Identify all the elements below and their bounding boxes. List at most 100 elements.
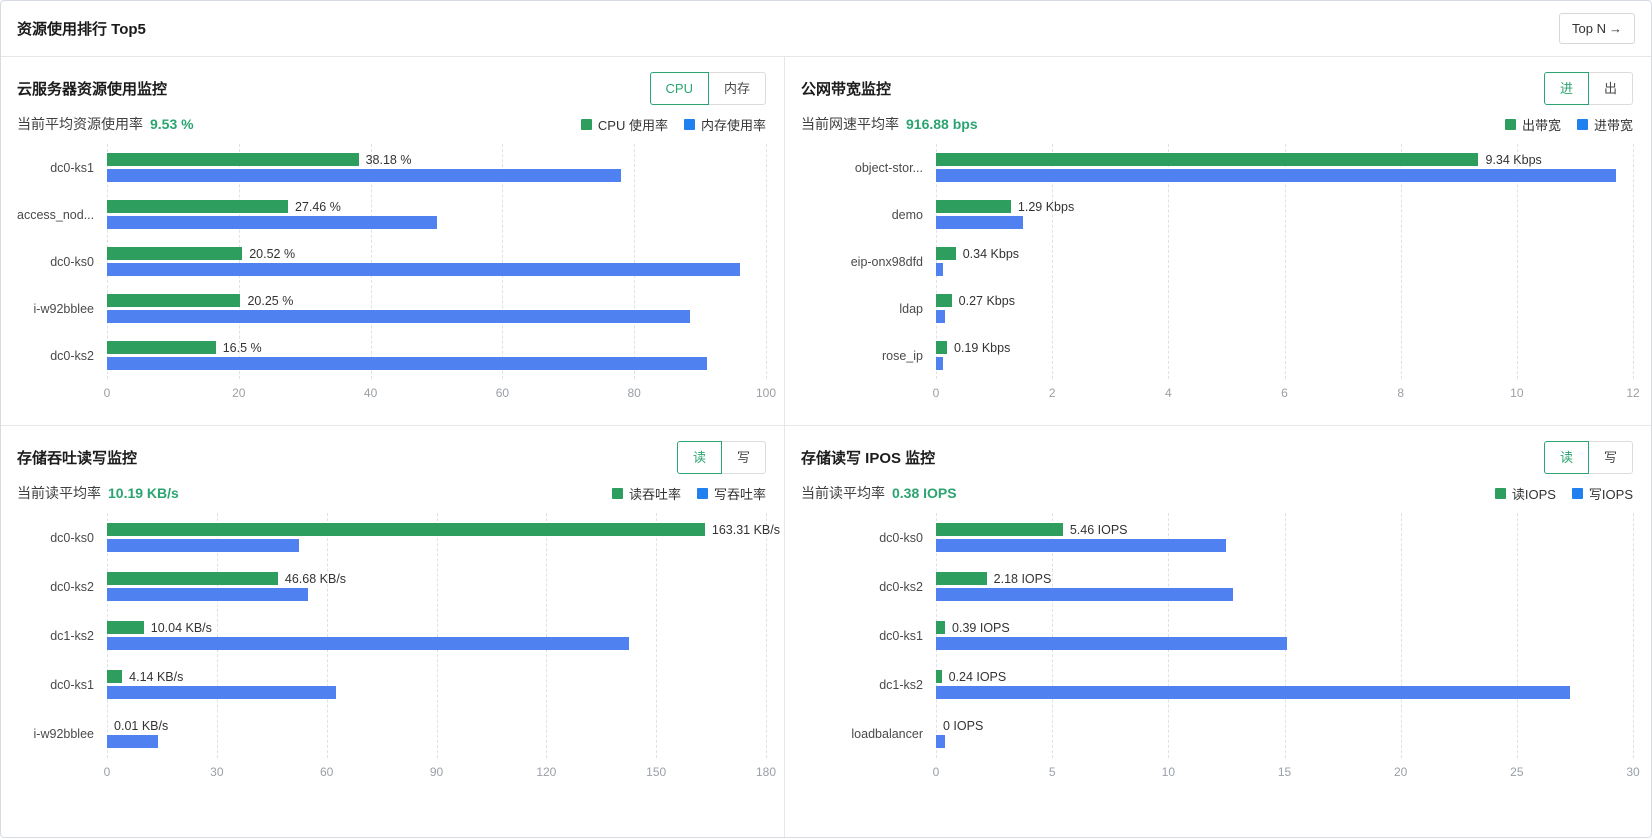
green-bar-line: 0.27 Kbps (936, 293, 1633, 308)
x-axis-tick: 80 (627, 386, 641, 400)
x-axis-tick: 20 (232, 386, 246, 400)
panel-header: 公网带宽监控 进出 (801, 71, 1633, 105)
toggle-option-2-1[interactable]: 写 (720, 440, 766, 474)
dashboard-card: 资源使用排行 Top5 Top N → 云服务器资源使用监控 CPU 内存 当前平均资… (0, 0, 1652, 838)
stat-value: 0.38 IOPS (892, 485, 957, 501)
category-label: rose_ip (882, 348, 923, 363)
x-axis-tick: 40 (363, 386, 378, 400)
stat-label: 当前平均资源使用率 (17, 116, 143, 132)
x-axis-tick: 0 (103, 765, 111, 779)
chart-row: i-w92bblee 0.01 KB/s (17, 709, 766, 758)
category-label: dc0-ks2 (50, 348, 94, 363)
blue-bar (107, 686, 336, 699)
toggle-option-3-0[interactable]: 读 (1543, 440, 1589, 474)
green-bar-line: 5.46 IOPS (936, 523, 1633, 537)
green-bar (936, 572, 987, 585)
stat-row: 当前读平均率 0.38 IOPS 读IOPS 写IOPS (801, 483, 1633, 503)
x-axis-tick: 8 (1397, 386, 1404, 400)
toggle-option-1-1[interactable]: 出 (1587, 71, 1633, 105)
bar-pair: 0.19 Kbps (936, 341, 1633, 370)
bar-pair: 0.27 Kbps (936, 294, 1633, 323)
stat-row: 当前平均资源使用率 9.53 % CPU 使用率 内存使用率 (17, 114, 766, 134)
toggle-option-0-1[interactable]: 内存 (707, 71, 766, 105)
current-average-stat: 当前读平均率 0.38 IOPS (801, 483, 957, 503)
x-axis-tick: 180 (755, 765, 777, 779)
chart-row: access_nod... 27.46 % (17, 191, 766, 238)
top-n-button[interactable]: Top N → (1559, 13, 1635, 44)
bar-pair: 10.04 KB/s (107, 621, 766, 650)
x-axis-tick: 30 (1626, 765, 1640, 779)
category-label: i-w92bblee (33, 301, 94, 316)
green-bar (107, 670, 123, 683)
bar-chart: dc0-ks0 5.46 IOPS dc0-ks2 2.18 IOPS dc0-ks1 0… (801, 513, 1640, 782)
stat-label: 当前网速平均率 (801, 116, 899, 132)
category-label: ldap (899, 301, 923, 316)
green-swatch-icon (611, 487, 623, 499)
chart-row: dc0-ks0 20.52 % (17, 238, 766, 285)
stat-value: 10.19 KB/s (108, 485, 179, 501)
stat-row: 当前读平均率 10.19 KB/s 读吞吐率 写吞吐率 (17, 483, 766, 503)
bar-value-label: 9.34 Kbps (1485, 152, 1542, 167)
green-bar (107, 621, 144, 634)
category-label: dc0-ks0 (50, 254, 94, 269)
green-bar (936, 341, 948, 354)
legend-item-blue[interactable]: 写吞吐率 (696, 484, 766, 503)
green-bar-line: 20.52 % (107, 247, 766, 261)
bar-value-label: 1.29 Kbps (1017, 199, 1075, 214)
gridline (766, 513, 767, 758)
green-bar-line: 10.04 KB/s (107, 620, 766, 635)
legend-label: 内存使用率 (700, 117, 766, 133)
blue-bar (936, 539, 1227, 552)
toggle-option-1-0[interactable]: 进 (1543, 71, 1589, 105)
green-bar (936, 621, 946, 634)
category-label: dc0-ks1 (879, 628, 923, 643)
x-axis-tick: 90 (429, 765, 444, 779)
x-axis-tick: 20 (1393, 765, 1408, 779)
top-n-label: Top N (1572, 21, 1606, 36)
x-axis-tick: 60 (319, 765, 334, 779)
legend-item-blue[interactable]: 内存使用率 (683, 115, 766, 134)
green-bar-line: 0.34 Kbps (936, 247, 1633, 261)
legend-item-green[interactable]: 出带宽 (1504, 115, 1561, 134)
legend-item-blue[interactable]: 进带宽 (1576, 115, 1633, 134)
green-bar-line: 4.14 KB/s (107, 670, 766, 684)
green-bar (107, 294, 241, 307)
bar-pair: 0.24 IOPS (936, 670, 1633, 699)
legend-label: 出带宽 (1521, 117, 1561, 133)
legend-item-blue[interactable]: 写IOPS (1571, 484, 1633, 503)
bar-pair: 20.25 % (107, 294, 766, 323)
bar-value-label: 10.04 KB/s (150, 620, 212, 635)
legend-label: 读IOPS (1511, 486, 1556, 502)
green-bar (107, 200, 288, 213)
category-label: i-w92bblee (33, 726, 94, 741)
toggle-option-0-0[interactable]: CPU (649, 71, 709, 105)
toggle-option-2-0[interactable]: 读 (676, 440, 722, 474)
bar-pair: 0.01 KB/s (107, 719, 766, 748)
bar-pair: 38.18 % (107, 153, 766, 182)
bar-value-label: 163.31 KB/s (711, 522, 780, 537)
x-axis-tick: 15 (1277, 765, 1292, 779)
green-bar (107, 341, 216, 354)
blue-bar (936, 169, 1616, 182)
toggle-option-3-1[interactable]: 写 (1587, 440, 1633, 474)
bar-pair: 9.34 Kbps (936, 153, 1633, 182)
category-label: dc0-ks1 (50, 160, 94, 175)
panel-storage-throughput: 存储吞吐读写监控 读写当前读平均率 10.19 KB/s 读吞吐率 写吞吐率 dc0-ks… (1, 425, 784, 837)
green-bar (107, 247, 243, 260)
bar-chart: dc0-ks1 38.18 % access_nod... 27.46 % dc0-ks… (17, 144, 776, 403)
panel-title: 公网带宽监控 (801, 80, 892, 98)
green-bar-line: 1.29 Kbps (936, 199, 1633, 214)
blue-swatch-icon (1576, 118, 1588, 130)
legend-item-green[interactable]: 读吞吐率 (611, 484, 681, 503)
x-axis-tick: 10 (1161, 765, 1176, 779)
legend-item-green[interactable]: 读IOPS (1494, 484, 1556, 503)
chart-row: demo 1.29 Kbps (801, 191, 1633, 238)
green-swatch-icon (1504, 118, 1516, 130)
chart-row: eip-onx98dfd 0.34 Kbps (801, 238, 1633, 285)
stat-row: 当前网速平均率 916.88 bps 出带宽 进带宽 (801, 114, 1633, 134)
bar-value-label: 0.27 Kbps (958, 293, 1015, 308)
green-bar (107, 572, 278, 585)
legend-item-green[interactable]: CPU 使用率 (580, 115, 668, 134)
bar-pair: 16.5 % (107, 341, 766, 370)
gridline (766, 144, 767, 379)
